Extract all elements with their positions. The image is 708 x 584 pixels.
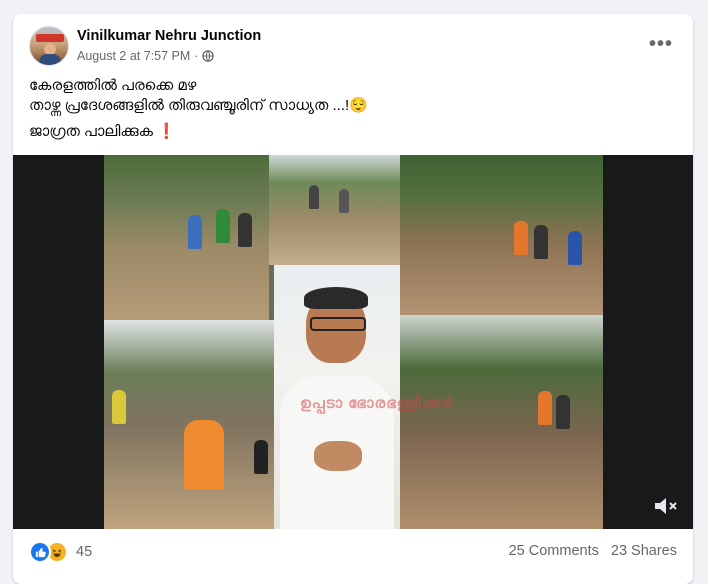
like-icon: [29, 541, 51, 563]
post-header: Vinilkumar Nehru Junction August 2 at 7:…: [29, 26, 677, 70]
post-stats: 25 Comments 23 Shares: [501, 543, 677, 559]
volume-muted-icon[interactable]: [653, 495, 679, 517]
author-name[interactable]: Vinilkumar Nehru Junction: [77, 28, 261, 44]
post-video[interactable]: ഉപ്പടാ ഭോരഭള്ളിക്കർ: [13, 155, 693, 529]
video-scene-debris: [400, 155, 603, 315]
post-meta: August 2 at 7:57 PM ·: [77, 49, 215, 63]
video-scene-rescuers: [104, 320, 274, 529]
video-frame: ഉപ്പടാ ഭോരഭള്ളിക്കർ: [104, 155, 603, 529]
post-text: കേരളത്തിൽ പരക്കെ മഴ താഴ്ന്ന പ്രദേശങ്ങളിൽ…: [29, 76, 677, 142]
more-options-icon[interactable]: •••: [645, 32, 677, 56]
post-card: Vinilkumar Nehru Junction August 2 at 7:…: [13, 14, 693, 584]
reaction-count[interactable]: 45: [76, 544, 92, 560]
post-text-line: കേരളത്തിൽ പരക്കെ മഴ: [29, 77, 197, 94]
reactions-summary[interactable]: 45: [29, 541, 92, 563]
post-timestamp[interactable]: August 2 at 7:57 PM: [77, 49, 190, 63]
video-watermark: ഉപ്പടാ ഭോരഭള്ളിക്കർ: [300, 395, 453, 412]
comments-count[interactable]: 25 Comments: [509, 543, 599, 559]
post-footer: 45 25 Comments 23 Shares: [29, 538, 677, 568]
video-scene-rescue: [269, 155, 400, 265]
meta-separator: ·: [194, 49, 199, 63]
globe-icon: [202, 50, 215, 62]
shares-count[interactable]: 23 Shares: [611, 543, 677, 559]
author-avatar[interactable]: [29, 26, 69, 66]
post-text-line: ജാഗ്രത പാലിക്കുക ❗: [29, 123, 176, 140]
video-scene-landslide: [104, 155, 269, 320]
post-text-line: താഴ്ന്ന പ്രദേശങ്ങളിൽ തിരുവഞ്ചൂരിന് സാധ്യ…: [29, 97, 368, 114]
video-scene-mud: [400, 315, 603, 529]
